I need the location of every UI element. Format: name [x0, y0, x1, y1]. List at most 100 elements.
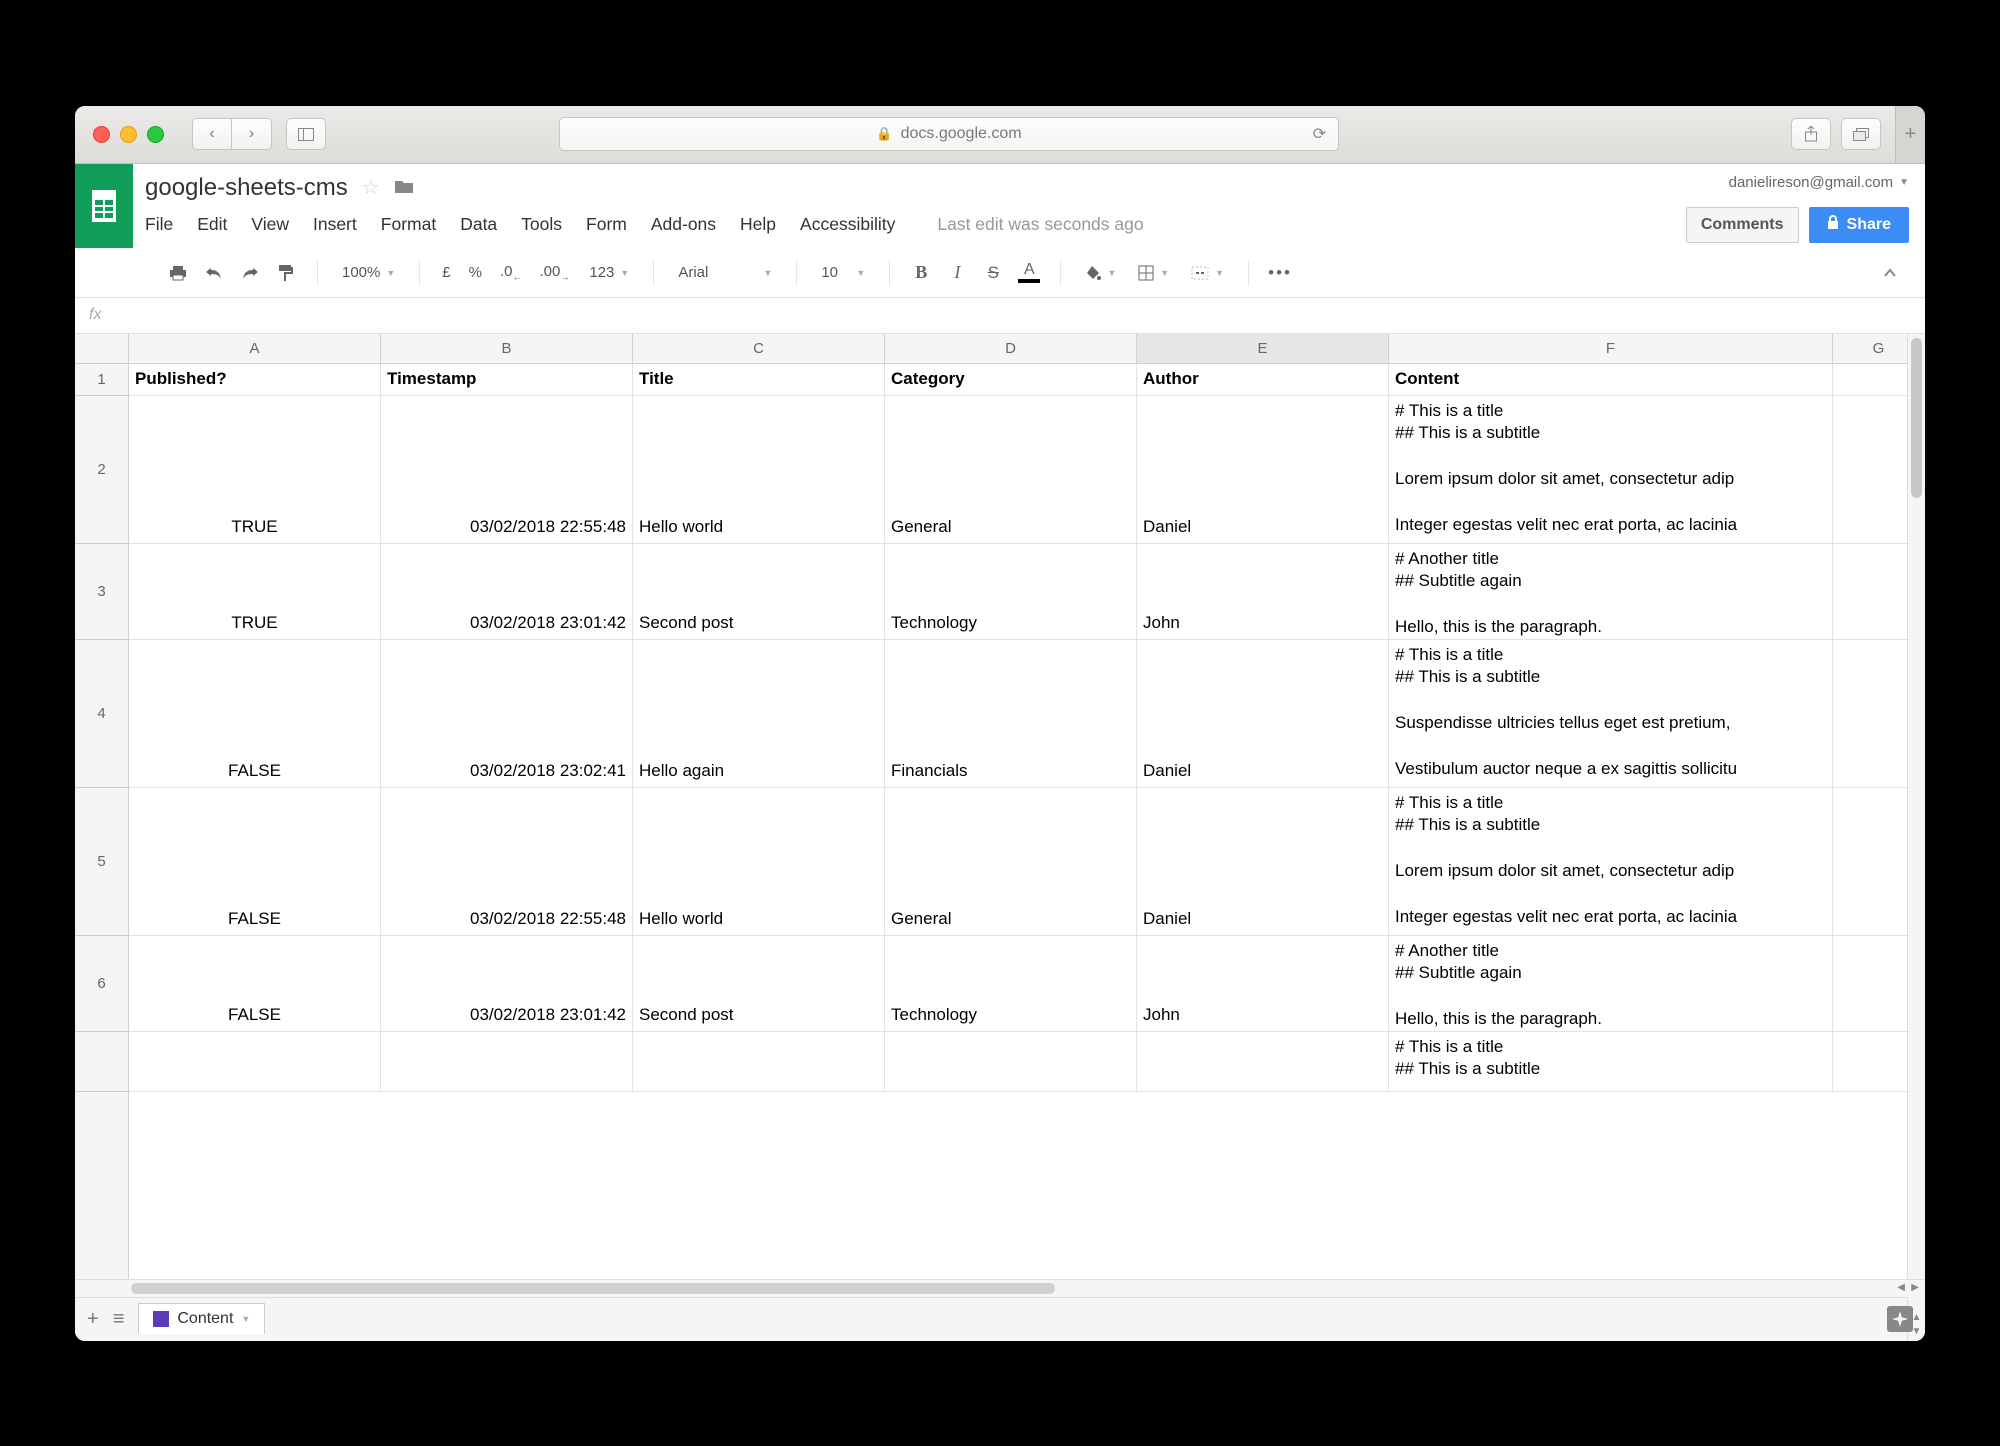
col-header-a[interactable]: A: [129, 334, 381, 363]
font-size-select[interactable]: 10▼: [813, 264, 873, 281]
cell[interactable]: General: [885, 396, 1137, 543]
col-header-e[interactable]: E: [1137, 334, 1389, 363]
cell[interactable]: Daniel: [1137, 640, 1389, 787]
cell[interactable]: # This is a title ## This is a subtitle …: [1389, 788, 1833, 935]
menu-file[interactable]: File: [145, 214, 173, 235]
currency-pound-button[interactable]: £: [436, 264, 456, 281]
doc-title[interactable]: google-sheets-cms: [145, 174, 348, 202]
col-header-d[interactable]: D: [885, 334, 1137, 363]
row-header[interactable]: 3: [75, 544, 128, 640]
cell[interactable]: Content: [1389, 364, 1833, 395]
row-header[interactable]: [75, 1032, 128, 1092]
formula-bar[interactable]: fx: [75, 298, 1925, 334]
redo-icon[interactable]: [235, 258, 265, 288]
cell[interactable]: Author: [1137, 364, 1389, 395]
address-bar[interactable]: 🔒 docs.google.com ⟳: [559, 117, 1339, 151]
scroll-right-icon[interactable]: ▶: [1911, 1282, 1919, 1293]
star-icon[interactable]: ☆: [362, 175, 380, 200]
cell[interactable]: Technology: [885, 936, 1137, 1031]
font-select[interactable]: Arial▼: [670, 264, 780, 281]
row-header[interactable]: 6: [75, 936, 128, 1032]
folder-icon[interactable]: [394, 174, 414, 202]
row-header[interactable]: 5: [75, 788, 128, 936]
merge-cells-button[interactable]: ▼: [1183, 266, 1232, 280]
cell[interactable]: FALSE: [129, 936, 381, 1031]
cell[interactable]: # This is a title ## This is a subtitle …: [1389, 396, 1833, 543]
increase-decimal-button[interactable]: .00→: [534, 263, 576, 282]
sheet-tab-content[interactable]: Content ▼: [138, 1303, 265, 1334]
cell[interactable]: TRUE: [129, 396, 381, 543]
explore-button[interactable]: [1887, 1306, 1913, 1332]
menu-edit[interactable]: Edit: [197, 214, 227, 235]
scroll-thumb[interactable]: [131, 1283, 1055, 1294]
cell[interactable]: Second post: [633, 936, 885, 1031]
menu-add-ons[interactable]: Add-ons: [651, 214, 716, 235]
cell[interactable]: Category: [885, 364, 1137, 395]
undo-icon[interactable]: [199, 258, 229, 288]
cell[interactable]: Hello world: [633, 788, 885, 935]
menu-view[interactable]: View: [251, 214, 289, 235]
fill-color-button[interactable]: ▼: [1077, 265, 1124, 281]
cell[interactable]: Daniel: [1137, 396, 1389, 543]
horizontal-scrollbar[interactable]: ◀ ▶: [75, 1279, 1925, 1297]
row-header[interactable]: 1: [75, 364, 128, 396]
strikethrough-button[interactable]: S: [978, 258, 1008, 288]
cell[interactable]: [381, 1032, 633, 1091]
cell[interactable]: John: [1137, 936, 1389, 1031]
cell[interactable]: General: [885, 788, 1137, 935]
col-header-c[interactable]: C: [633, 334, 885, 363]
number-format-select[interactable]: 123▼: [581, 264, 637, 281]
cell[interactable]: 03/02/2018 23:02:41: [381, 640, 633, 787]
forward-button[interactable]: ›: [232, 118, 272, 150]
cell[interactable]: FALSE: [129, 788, 381, 935]
menu-help[interactable]: Help: [740, 214, 776, 235]
close-window-button[interactable]: [93, 126, 110, 143]
cell[interactable]: 03/02/2018 23:01:42: [381, 544, 633, 639]
cell[interactable]: 03/02/2018 23:01:42: [381, 936, 633, 1031]
cell[interactable]: Timestamp: [381, 364, 633, 395]
cell[interactable]: Hello again: [633, 640, 885, 787]
zoom-select[interactable]: 100%▼: [334, 264, 403, 281]
cell[interactable]: Published?: [129, 364, 381, 395]
menu-tools[interactable]: Tools: [521, 214, 562, 235]
cell[interactable]: [633, 1032, 885, 1091]
print-icon[interactable]: [163, 258, 193, 288]
row-header[interactable]: 2: [75, 396, 128, 544]
cell[interactable]: Second post: [633, 544, 885, 639]
menu-data[interactable]: Data: [460, 214, 497, 235]
sheets-logo[interactable]: [75, 164, 133, 248]
back-button[interactable]: ‹: [192, 118, 232, 150]
scroll-thumb[interactable]: [1911, 364, 1922, 498]
reload-icon[interactable]: ⟳: [1313, 124, 1326, 144]
cell[interactable]: TRUE: [129, 544, 381, 639]
vertical-scrollbar[interactable]: ▲ ▼: [1907, 364, 1925, 1279]
cell[interactable]: FALSE: [129, 640, 381, 787]
cell[interactable]: Financials: [885, 640, 1137, 787]
minimize-window-button[interactable]: [120, 126, 137, 143]
cell[interactable]: [885, 1032, 1137, 1091]
cell[interactable]: Technology: [885, 544, 1137, 639]
row-header[interactable]: 4: [75, 640, 128, 788]
share-page-button[interactable]: [1791, 118, 1831, 150]
cell[interactable]: [129, 1032, 381, 1091]
cell[interactable]: # Another title ## Subtitle again Hello,…: [1389, 936, 1833, 1031]
menu-insert[interactable]: Insert: [313, 214, 357, 235]
menu-format[interactable]: Format: [381, 214, 436, 235]
cell[interactable]: Daniel: [1137, 788, 1389, 935]
col-header-b[interactable]: B: [381, 334, 633, 363]
decrease-decimal-button[interactable]: .0←: [494, 263, 528, 282]
menu-form[interactable]: Form: [586, 214, 627, 235]
scroll-left-icon[interactable]: ◀: [1897, 1282, 1905, 1293]
cell[interactable]: # Another title ## Subtitle again Hello,…: [1389, 544, 1833, 639]
cell[interactable]: Title: [633, 364, 885, 395]
cell[interactable]: 03/02/2018 22:55:48: [381, 396, 633, 543]
maximize-window-button[interactable]: [147, 126, 164, 143]
bold-button[interactable]: B: [906, 258, 936, 288]
borders-button[interactable]: ▼: [1130, 265, 1177, 281]
cell[interactable]: 03/02/2018 22:55:48: [381, 788, 633, 935]
share-button[interactable]: Share: [1809, 207, 1909, 243]
cell[interactable]: # This is a title ## This is a subtitle …: [1389, 640, 1833, 787]
cell[interactable]: John: [1137, 544, 1389, 639]
col-header-f[interactable]: F: [1389, 334, 1833, 363]
cell[interactable]: [1137, 1032, 1389, 1091]
